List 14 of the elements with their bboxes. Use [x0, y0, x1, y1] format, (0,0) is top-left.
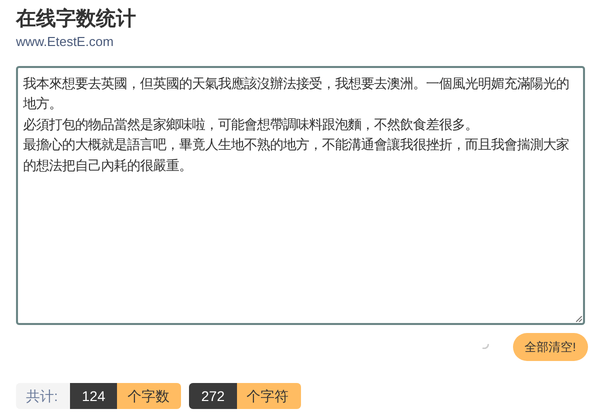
count-unit: 个字数: [117, 382, 182, 408]
resize-handle-icon[interactable]: [576, 316, 582, 322]
paragraph: 我本來想要去英國，但英國的天氣我應該沒辦法接受，我想要去澳洲。一個風光明媚充滿陽光的地方。: [23, 74, 570, 113]
count-unit: 个字符: [236, 382, 301, 408]
page-title: 在线字数统计: [16, 6, 137, 32]
total-label: 共计:: [16, 382, 70, 408]
count-value: 124: [70, 382, 118, 408]
paragraph: 必須打包的物品當然是家鄉味啦，可能會想帶調味料跟泡麵，不然飲食差很多。: [23, 116, 479, 134]
clear-all-button[interactable]: 全部清空!: [512, 332, 588, 360]
text-input-area[interactable]: 我本來想要去英國，但英國的天氣我應該沒辦法接受，我想要去澳洲。一個風光明媚充滿陽光的地方。 必須打包的物品當然是家鄉味啦，可能會想帶調味料跟泡麵，不然飲食差很多。 最擔心的大概就是語言吧，畢竟人生地不熟的地方，不能溝通會讓我很挫折，而且我會揣測大家的想法把自己內耗的很嚴重。: [16, 66, 585, 324]
paragraph: 最擔心的大概就是語言吧，畢竟人生地不熟的地方，不能溝通會讓我很挫折，而且我會揣測大家的想法把自己內耗的很嚴重。: [23, 136, 570, 174]
site-url: www.EtestE.com: [16, 33, 115, 51]
count-value: 272: [189, 382, 237, 408]
loading-spinner-icon: [482, 344, 489, 349]
